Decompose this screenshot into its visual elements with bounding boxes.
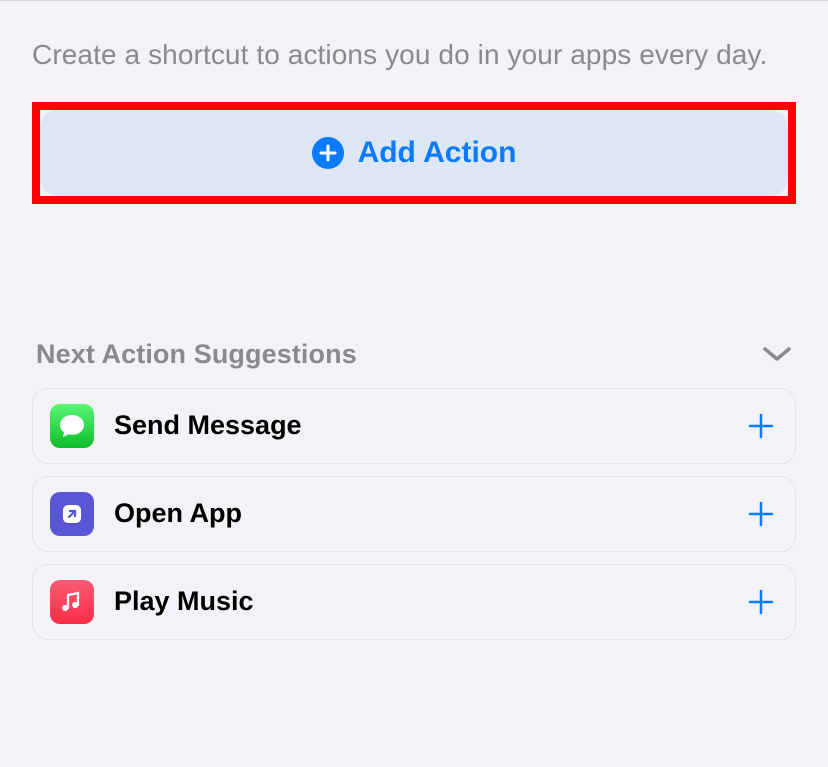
- highlight-annotation: Add Action: [32, 102, 796, 204]
- chevron-down-icon[interactable]: [762, 345, 792, 363]
- plus-icon[interactable]: [747, 588, 775, 616]
- suggestion-item-open-app[interactable]: Open App: [32, 476, 796, 552]
- suggestion-label: Send Message: [114, 410, 747, 441]
- suggestions-header[interactable]: Next Action Suggestions: [32, 339, 796, 370]
- plus-circle-icon: [312, 137, 344, 169]
- shortcut-description: Create a shortcut to actions you do in y…: [32, 36, 796, 74]
- music-icon: [50, 580, 94, 624]
- suggestion-label: Play Music: [114, 586, 747, 617]
- suggestion-label: Open App: [114, 498, 747, 529]
- suggestion-item-play-music[interactable]: Play Music: [32, 564, 796, 640]
- suggestions-title: Next Action Suggestions: [36, 339, 357, 370]
- add-action-label: Add Action: [358, 136, 517, 170]
- open-app-icon: [50, 492, 94, 536]
- suggestion-item-send-message[interactable]: Send Message: [32, 388, 796, 464]
- plus-icon[interactable]: [747, 412, 775, 440]
- add-action-button[interactable]: Add Action: [40, 110, 788, 196]
- messages-icon: [50, 404, 94, 448]
- plus-icon[interactable]: [747, 500, 775, 528]
